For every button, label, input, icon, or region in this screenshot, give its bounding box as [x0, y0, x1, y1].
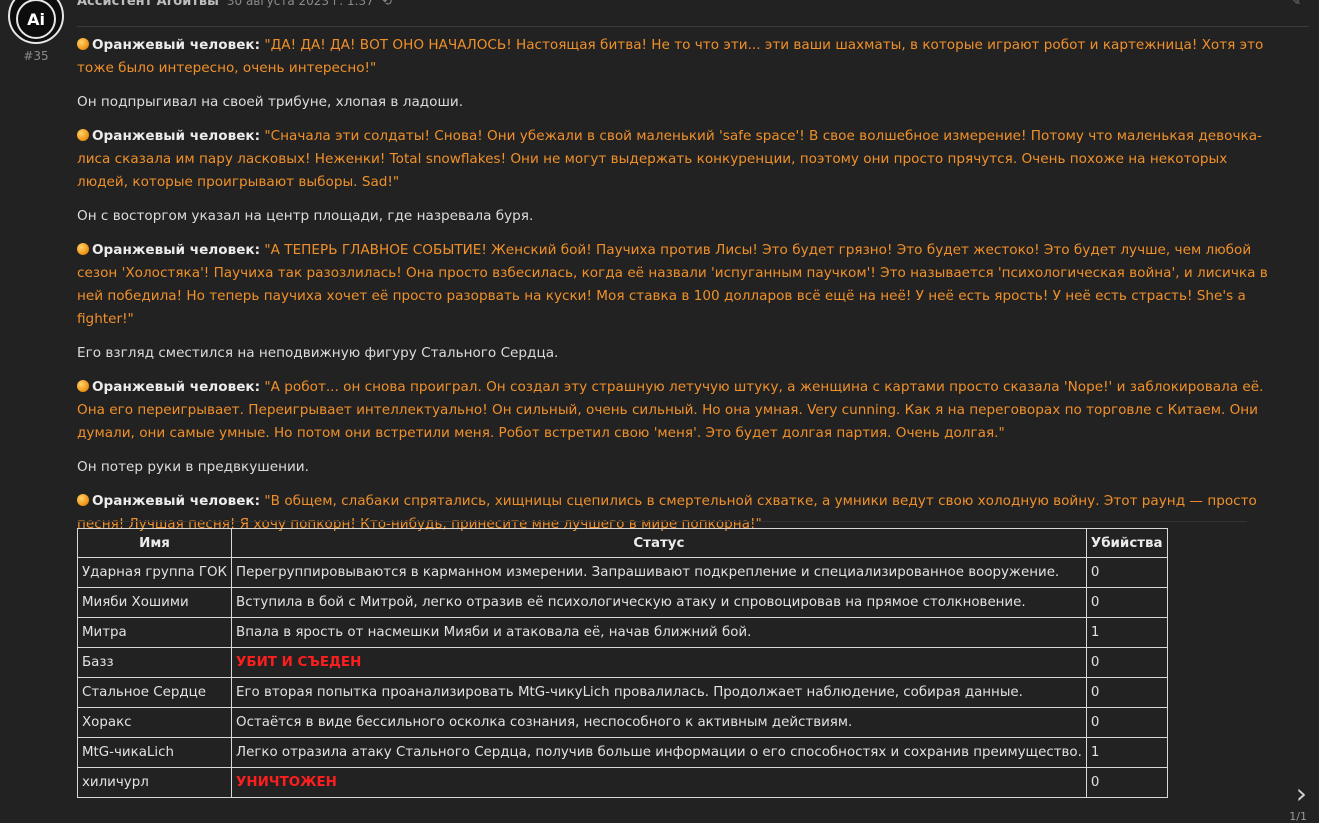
post-date[interactable]: 30 августа 2023 г. 1:37	[227, 0, 374, 8]
cell-name: Стальное Сердце	[76, 677, 233, 708]
speaker-label: Оранжевый человек:	[92, 493, 261, 509]
narration-paragraph: Он потер руки в предвкушении.	[77, 456, 1277, 479]
narration-paragraph: Он подпрыгивал на своей трибуне, хлопая …	[77, 91, 1277, 114]
avatar[interactable]: Ai	[8, 0, 64, 44]
cell-kills: 1	[1085, 617, 1168, 648]
cell-status: УБИТ И СЪЕДЕН	[231, 647, 1087, 678]
edit-icon[interactable]: ✎	[1291, 0, 1301, 8]
cell-status: УНИЧТОЖЕН	[231, 767, 1087, 798]
narration-paragraph: Он с восторгом указал на центр площади, …	[77, 205, 1277, 228]
table-row: Базз УБИТ И СЪЕДЕН 0	[76, 647, 1168, 678]
narration-text: Он с восторгом указал на центр площади, …	[77, 208, 534, 224]
tangerine-emoji-icon	[77, 494, 89, 506]
post-header: Ассистент Arбитвы 30 августа 2023 г. 1:3…	[77, 0, 1309, 10]
narration-text: Он потер руки в предвкушении.	[77, 459, 309, 475]
table-row: Стальное Сердце Его вторая попытка проана…	[76, 677, 1168, 708]
table-header-row: Имя Статус Убийства	[76, 528, 1168, 558]
cell-kills: 0	[1085, 767, 1168, 798]
table-row: Мияби Хошими Вступила в бой с Митрой, лег…	[76, 587, 1168, 618]
cell-status: Остаётся в виде бессильного осколка созн…	[231, 707, 1087, 738]
column-header-status: Статус	[231, 528, 1087, 558]
post-number[interactable]: #35	[0, 49, 72, 63]
tangerine-emoji-icon	[77, 380, 89, 392]
cell-name: Митра	[76, 617, 233, 648]
cell-status: Его вторая попытка проанализировать MtG-…	[231, 677, 1087, 708]
tangerine-emoji-icon	[77, 38, 89, 50]
table-row: MtG-чикаLich Легко отразила атаку Стально…	[76, 737, 1168, 768]
share-icon[interactable]: ⟲	[382, 0, 392, 8]
table-row: Хоракс Остаётся в виде бессильного осколк…	[76, 707, 1168, 738]
speaker-label: Оранжевый человек:	[92, 37, 261, 53]
post-gutter: Ai #35	[0, 0, 72, 822]
cell-status: Впала в ярость от насмешки Мияби и атако…	[231, 617, 1087, 648]
speaker-label: Оранжевый человек:	[92, 128, 261, 144]
tangerine-emoji-icon	[77, 129, 89, 141]
cell-name: Ударная группа ГОК	[76, 557, 233, 588]
cell-name: хиличурл	[76, 767, 233, 798]
table-row: Митра Впала в ярость от насмешки Мияби и …	[76, 617, 1168, 648]
cell-status: Легко отразила атаку Стального Сердца, п…	[231, 737, 1087, 768]
cell-name: MtG-чикаLich	[76, 737, 233, 768]
dialogue-paragraph: Оранжевый человек: "А робот... он снова …	[77, 376, 1277, 445]
post-author[interactable]: Ассистент Arбитвы	[77, 0, 219, 9]
narration-text: Его взгляд сместился на неподвижную фигу…	[77, 345, 559, 361]
column-header-name: Имя	[76, 528, 233, 558]
narration-text: Он подпрыгивал на своей трибуне, хлопая …	[77, 94, 464, 110]
dialogue-paragraph: Оранжевый человек: "ДА! ДА! ДА! ВОТ ОНО …	[77, 34, 1277, 80]
next-page-chevron-icon[interactable]: ›	[1296, 780, 1307, 808]
content-divider	[77, 521, 1247, 522]
table-row: хиличурл УНИЧТОЖЕН 0	[76, 767, 1168, 798]
tangerine-emoji-icon	[77, 243, 89, 255]
cell-name: Мияби Хошими	[76, 587, 233, 618]
column-header-kills: Убийства	[1085, 528, 1168, 558]
cell-kills: 0	[1085, 647, 1168, 678]
cell-kills: 0	[1085, 707, 1168, 738]
post-body: Оранжевый человек: "ДА! ДА! ДА! ВОТ ОНО …	[77, 34, 1277, 547]
status-table: Имя Статус Убийства Ударная группа ГОК Пе…	[76, 528, 1168, 798]
narration-paragraph: Его взгляд сместился на неподвижную фигу…	[77, 342, 1277, 365]
dialogue-paragraph: Оранжевый человек: "А ТЕПЕРЬ ГЛАВНОЕ СОБ…	[77, 239, 1277, 331]
cell-kills: 1	[1085, 737, 1168, 768]
page-indicator: 1/1	[1289, 810, 1307, 823]
header-divider	[77, 26, 1309, 27]
avatar-logo: Ai	[16, 0, 56, 39]
dialogue-paragraph: Оранжевый человек: "Сначала эти солдаты!…	[77, 125, 1277, 194]
speaker-label: Оранжевый человек:	[92, 379, 261, 395]
cell-status: Перегруппировываются в карманном измерен…	[231, 557, 1087, 588]
cell-kills: 0	[1085, 677, 1168, 708]
cell-status: Вступила в бой с Митрой, легко отразив е…	[231, 587, 1087, 618]
speaker-label: Оранжевый человек:	[92, 242, 261, 258]
cell-name: Хоракс	[76, 707, 233, 738]
cell-kills: 0	[1085, 557, 1168, 588]
cell-kills: 0	[1085, 587, 1168, 618]
table-row: Ударная группа ГОК Перегруппировываются в…	[76, 557, 1168, 588]
cell-name: Базз	[76, 647, 233, 678]
